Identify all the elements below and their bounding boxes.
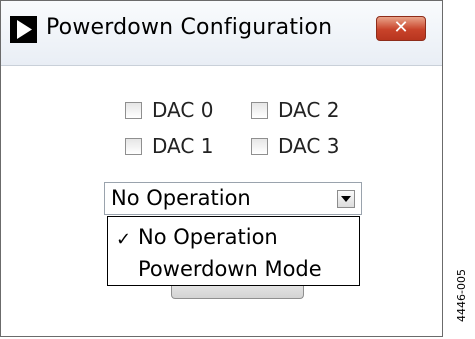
checkbox-dac-1[interactable]: DAC 1 — [125, 134, 213, 158]
dac-0-label: DAC 0 — [152, 98, 214, 122]
option-label: Powerdown Mode — [138, 257, 322, 281]
mode-select-value: No Operation — [111, 186, 251, 210]
checkbox-dac-2[interactable]: DAC 2 — [251, 98, 339, 122]
close-icon: ✕ — [393, 17, 409, 38]
figure-id: 4446-005 — [455, 269, 468, 322]
dac-0-checkbox-box[interactable] — [125, 101, 142, 119]
mode-dropdown-list: ✓ No Operation Powerdown Mode — [107, 216, 360, 286]
dac-2-label: DAC 2 — [278, 98, 340, 122]
dac-1-checkbox-box[interactable] — [125, 137, 142, 155]
close-button[interactable]: ✕ — [376, 16, 426, 41]
title-bar[interactable]: Powerdown Configuration ✕ — [1, 1, 442, 66]
window-title: Powerdown Configuration — [46, 15, 333, 40]
mode-select[interactable]: No Operation — [104, 182, 362, 215]
check-icon: ✓ — [116, 229, 132, 250]
chevron-down-icon — [341, 196, 351, 202]
option-no-operation[interactable]: ✓ No Operation — [108, 222, 359, 252]
option-powerdown-mode[interactable]: Powerdown Mode — [108, 254, 359, 284]
dropdown-arrow-button[interactable] — [337, 190, 355, 208]
checkbox-dac-0[interactable]: DAC 0 — [125, 98, 213, 122]
dac-1-label: DAC 1 — [152, 134, 214, 158]
dac-3-label: DAC 3 — [278, 134, 340, 158]
play-app-icon — [10, 16, 37, 43]
checkbox-dac-3[interactable]: DAC 3 — [251, 134, 339, 158]
powerdown-configuration-window: Powerdown Configuration ✕ DAC 0 DAC 2 DA… — [0, 0, 443, 337]
dac-2-checkbox-box[interactable] — [251, 101, 268, 119]
dac-3-checkbox-box[interactable] — [251, 137, 268, 155]
option-label: No Operation — [138, 225, 278, 249]
